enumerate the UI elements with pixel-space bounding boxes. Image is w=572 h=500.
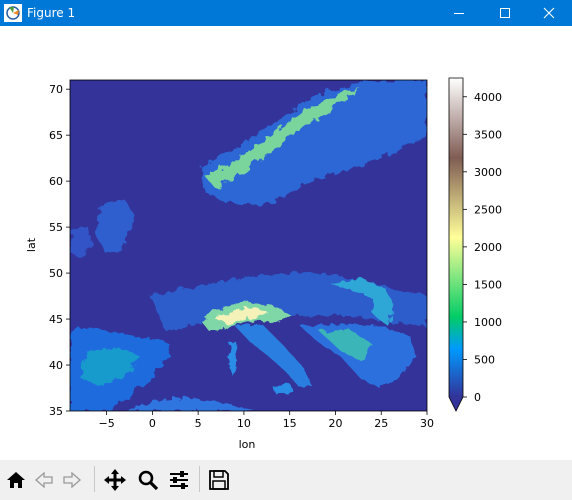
y-tick-label: 60 bbox=[49, 175, 63, 188]
zoom-icon bbox=[138, 470, 159, 491]
x-tick-label: 25 bbox=[374, 417, 388, 430]
save-button[interactable] bbox=[205, 466, 233, 494]
x-tick-label: 5 bbox=[195, 417, 202, 430]
colorbar-ticks: 0 500 1000 1500 2000 2500 3000 3500 4000 bbox=[463, 91, 502, 404]
back-arrow-icon bbox=[35, 471, 53, 489]
y-tick-label: 40 bbox=[49, 359, 63, 372]
colorbar-tick-label: 4000 bbox=[474, 91, 502, 104]
close-button[interactable] bbox=[526, 0, 572, 26]
save-icon bbox=[209, 470, 229, 490]
home-button[interactable] bbox=[2, 466, 30, 494]
minimize-icon bbox=[454, 13, 464, 14]
zoom-button[interactable] bbox=[134, 466, 162, 494]
x-tick-label: 15 bbox=[283, 417, 297, 430]
forward-button[interactable] bbox=[58, 466, 86, 494]
colorbar: 0 500 1000 1500 2000 2500 3000 3500 4000 bbox=[448, 77, 502, 412]
colorbar-tick-label: 1500 bbox=[474, 278, 502, 291]
x-tick-label: 0 bbox=[149, 417, 156, 430]
y-tick-label: 55 bbox=[49, 221, 63, 234]
navigation-toolbar bbox=[0, 460, 572, 500]
toolbar-separator bbox=[199, 466, 200, 492]
y-tick-label: 50 bbox=[49, 267, 63, 280]
colorbar-tick-label: 2500 bbox=[474, 203, 502, 216]
maximize-button[interactable] bbox=[482, 0, 528, 26]
colorbar-tick-label: 500 bbox=[474, 353, 495, 366]
y-axis-label: lat bbox=[25, 237, 38, 252]
configure-subplots-button[interactable] bbox=[165, 466, 193, 494]
colorbar-tick-label: 1000 bbox=[474, 316, 502, 329]
figure-canvas[interactable]: −5 0 5 10 15 20 25 30 35 40 45 50 55 60 65 70 lon lat … bbox=[0, 26, 572, 460]
minimize-button[interactable] bbox=[436, 0, 482, 26]
x-tick-label: 10 bbox=[237, 417, 251, 430]
home-icon bbox=[7, 472, 25, 488]
colorbar-extend-min bbox=[449, 397, 463, 411]
x-tick-label: −5 bbox=[99, 417, 115, 430]
toolbar-separator bbox=[94, 466, 95, 492]
y-tick-label: 35 bbox=[49, 405, 63, 418]
x-tick-label: 30 bbox=[420, 417, 434, 430]
forward-arrow-icon bbox=[63, 471, 81, 489]
x-axis-label: lon bbox=[239, 438, 256, 451]
close-icon bbox=[543, 7, 555, 19]
y-tick-label: 70 bbox=[49, 83, 63, 96]
map-axes: −5 0 5 10 15 20 25 30 35 40 45 50 55 60 65 70 lon lat bbox=[25, 79, 434, 451]
y-tick-label: 65 bbox=[49, 129, 63, 142]
x-tick-label: 20 bbox=[328, 417, 342, 430]
y-tick-label: 45 bbox=[49, 313, 63, 326]
colorbar-gradient bbox=[449, 78, 463, 397]
x-axis-ticks: −5 0 5 10 15 20 25 30 bbox=[99, 411, 434, 430]
figure-svg: −5 0 5 10 15 20 25 30 3540455055606570 lon lat … bbox=[25, 77, 502, 451]
y-axis-ticks: 35 40 45 50 55 60 65 70 bbox=[49, 83, 70, 418]
colorbar-tick-label: 3500 bbox=[474, 128, 502, 141]
matplotlib-app-icon bbox=[4, 4, 22, 22]
title-bar: Figure 1 bbox=[0, 0, 572, 26]
colorbar-tick-label: 3000 bbox=[474, 166, 502, 179]
pan-button[interactable] bbox=[101, 466, 129, 494]
back-button[interactable] bbox=[30, 466, 58, 494]
pan-icon bbox=[104, 469, 126, 491]
maximize-icon bbox=[500, 8, 510, 18]
colorbar-tick-label: 2000 bbox=[474, 241, 502, 254]
colorbar-tick-label: 0 bbox=[474, 391, 481, 404]
configure-subplots-icon bbox=[170, 471, 188, 489]
window-title: Figure 1 bbox=[27, 6, 76, 20]
